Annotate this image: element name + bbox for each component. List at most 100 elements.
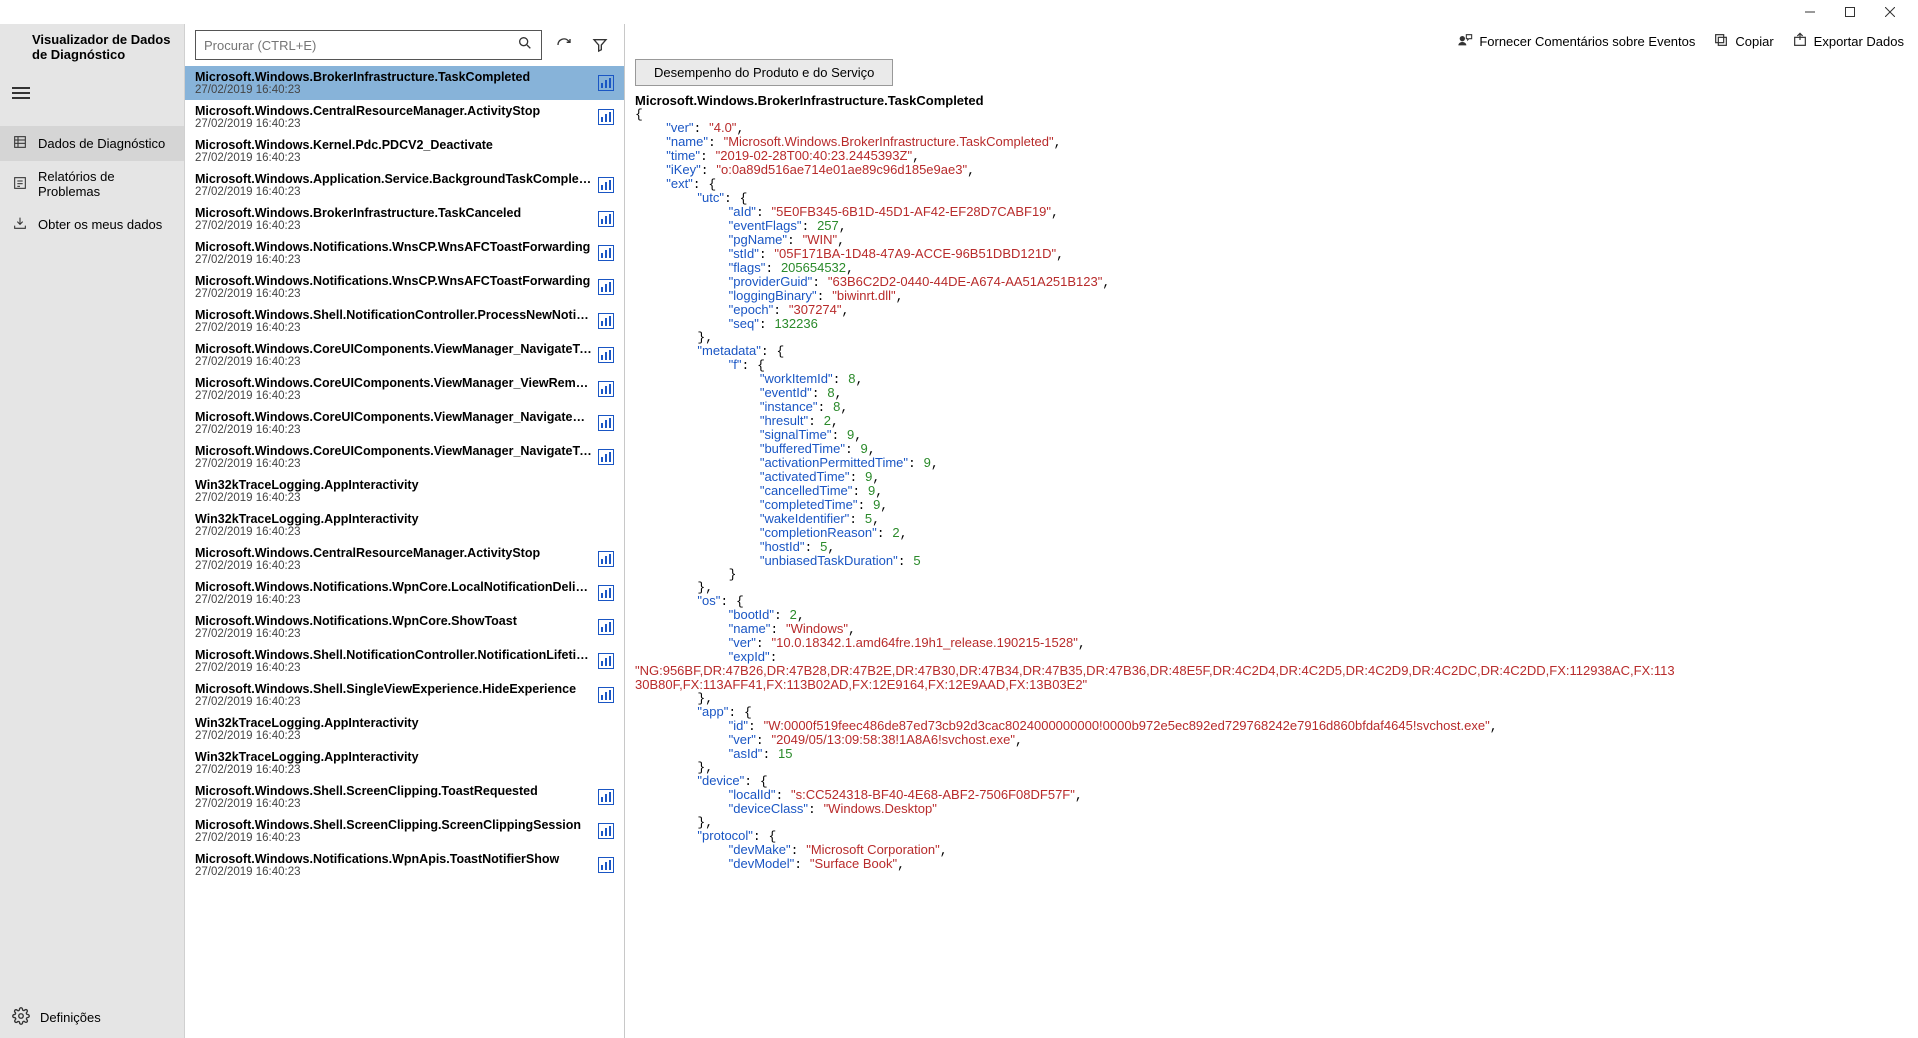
event-date: 27/02/2019 16:40:23 (195, 458, 592, 470)
event-item[interactable]: Microsoft.Windows.BrokerInfrastructure.T… (185, 202, 624, 236)
chart-icon (598, 653, 614, 669)
event-name: Microsoft.Windows.Shell.NotificationCont… (195, 648, 592, 662)
event-date: 27/02/2019 16:40:23 (195, 560, 592, 572)
export-icon (1792, 32, 1808, 51)
detail-toolbar: Fornecer Comentários sobre Eventos Copia… (625, 24, 1918, 59)
search-box[interactable] (195, 30, 542, 60)
event-name: Microsoft.Windows.CentralResourceManager… (195, 546, 592, 560)
event-item[interactable]: Microsoft.Windows.CentralResourceManager… (185, 100, 624, 134)
event-name: Microsoft.Windows.Notifications.WpnCore.… (195, 580, 592, 594)
event-item[interactable]: Microsoft.Windows.Notifications.WnsCP.Wn… (185, 236, 624, 270)
event-date: 27/02/2019 16:40:23 (195, 798, 592, 810)
chart-icon (598, 177, 614, 193)
sidebar-item-2[interactable]: Obter os meus dados (0, 207, 184, 242)
sidebar-item-1[interactable]: Relatórios de Problemas (0, 161, 184, 207)
event-item[interactable]: Microsoft.Windows.CoreUIComponents.ViewM… (185, 406, 624, 440)
search-icon (517, 35, 533, 56)
event-date: 27/02/2019 16:40:23 (195, 424, 592, 436)
event-item[interactable]: Microsoft.Windows.Shell.ScreenClipping.S… (185, 814, 624, 848)
chart-icon (598, 585, 614, 601)
chart-icon (598, 75, 614, 91)
event-item[interactable]: Microsoft.Windows.Application.Service.Ba… (185, 168, 624, 202)
copy-icon (1713, 32, 1729, 51)
event-name: Win32kTraceLogging.AppInteractivity (195, 716, 614, 730)
window-close-button[interactable] (1870, 2, 1910, 22)
event-list-column: Microsoft.Windows.BrokerInfrastructure.T… (185, 24, 625, 1038)
chart-icon (598, 347, 614, 363)
sidebar-item-0[interactable]: Dados de Diagnóstico (0, 126, 184, 161)
event-date: 27/02/2019 16:40:23 (195, 866, 592, 878)
event-name: Microsoft.Windows.Notifications.WpnCore.… (195, 614, 592, 628)
event-name: Microsoft.Windows.Shell.NotificationCont… (195, 308, 592, 322)
event-name: Microsoft.Windows.Application.Service.Ba… (195, 172, 592, 186)
event-date: 27/02/2019 16:40:23 (195, 730, 614, 742)
event-name: Microsoft.Windows.CoreUIComponents.ViewM… (195, 410, 592, 424)
hamburger-button[interactable] (0, 74, 184, 112)
nav-icon (12, 134, 28, 153)
event-item[interactable]: Win32kTraceLogging.AppInteractivity27/02… (185, 746, 624, 780)
event-date: 27/02/2019 16:40:23 (195, 628, 592, 640)
event-date: 27/02/2019 16:40:23 (195, 288, 592, 300)
event-item[interactable]: Microsoft.Windows.Notifications.WpnApis.… (185, 848, 624, 882)
event-name: Win32kTraceLogging.AppInteractivity (195, 512, 614, 526)
event-date: 27/02/2019 16:40:23 (195, 220, 592, 232)
event-name: Microsoft.Windows.CentralResourceManager… (195, 104, 592, 118)
chart-icon (598, 211, 614, 227)
event-item[interactable]: Microsoft.Windows.CoreUIComponents.ViewM… (185, 440, 624, 474)
event-item[interactable]: Microsoft.Windows.BrokerInfrastructure.T… (185, 66, 624, 100)
chart-icon (598, 381, 614, 397)
export-button[interactable]: Exportar Dados (1792, 32, 1904, 51)
event-date: 27/02/2019 16:40:23 (195, 832, 592, 844)
chart-icon (598, 789, 614, 805)
category-button[interactable]: Desempenho do Produto e do Serviço (635, 59, 893, 86)
app-title: Visualizador de Dados de Diagnóstico (0, 24, 184, 74)
event-item[interactable]: Win32kTraceLogging.AppInteractivity27/02… (185, 474, 624, 508)
nav-icon (12, 215, 28, 234)
chart-icon (598, 415, 614, 431)
event-name: Microsoft.Windows.Shell.ScreenClipping.T… (195, 784, 592, 798)
refresh-button[interactable] (550, 31, 578, 59)
event-item[interactable]: Microsoft.Windows.Shell.SingleViewExperi… (185, 678, 624, 712)
event-name: Microsoft.Windows.Notifications.WnsCP.Wn… (195, 240, 592, 254)
copy-button[interactable]: Copiar (1713, 32, 1773, 51)
event-item[interactable]: Microsoft.Windows.CoreUIComponents.ViewM… (185, 372, 624, 406)
event-item[interactable]: Microsoft.Windows.Notifications.WnsCP.Wn… (185, 270, 624, 304)
event-name: Microsoft.Windows.Shell.ScreenClipping.S… (195, 818, 592, 832)
chart-icon (598, 449, 614, 465)
chart-icon (598, 245, 614, 261)
event-date: 27/02/2019 16:40:23 (195, 526, 614, 538)
event-name: Microsoft.Windows.Notifications.WpnApis.… (195, 852, 592, 866)
feedback-button[interactable]: Fornecer Comentários sobre Eventos (1457, 32, 1695, 51)
event-name: Microsoft.Windows.BrokerInfrastructure.T… (195, 70, 592, 84)
sidebar-item-label: Dados de Diagnóstico (38, 136, 165, 151)
event-item[interactable]: Win32kTraceLogging.AppInteractivity27/02… (185, 508, 624, 542)
window-minimize-button[interactable] (1790, 2, 1830, 22)
settings-button[interactable]: Definições (0, 997, 184, 1038)
window-titlebar (0, 0, 1918, 24)
event-item[interactable]: Win32kTraceLogging.AppInteractivity27/02… (185, 712, 624, 746)
filter-button[interactable] (586, 31, 614, 59)
event-item[interactable]: Microsoft.Windows.Shell.ScreenClipping.T… (185, 780, 624, 814)
chart-icon (598, 109, 614, 125)
event-item[interactable]: Microsoft.Windows.CoreUIComponents.ViewM… (185, 338, 624, 372)
event-item[interactable]: Microsoft.Windows.Kernel.Pdc.PDCV2_Deact… (185, 134, 624, 168)
event-name: Win32kTraceLogging.AppInteractivity (195, 478, 614, 492)
event-name: Microsoft.Windows.Shell.SingleViewExperi… (195, 682, 592, 696)
chart-icon (598, 619, 614, 635)
event-date: 27/02/2019 16:40:23 (195, 186, 592, 198)
event-item[interactable]: Microsoft.Windows.Shell.NotificationCont… (185, 644, 624, 678)
event-item[interactable]: Microsoft.Windows.Shell.NotificationCont… (185, 304, 624, 338)
event-item[interactable]: Microsoft.Windows.CentralResourceManager… (185, 542, 624, 576)
sidebar-nav: Dados de Diagnóstico Relatórios de Proble… (0, 126, 184, 997)
window-maximize-button[interactable] (1830, 2, 1870, 22)
event-name: Microsoft.Windows.BrokerInfrastructure.T… (195, 206, 592, 220)
event-item[interactable]: Microsoft.Windows.Notifications.WpnCore.… (185, 610, 624, 644)
event-item[interactable]: Microsoft.Windows.Notifications.WpnCore.… (185, 576, 624, 610)
event-name: Microsoft.Windows.CoreUIComponents.ViewM… (195, 376, 592, 390)
event-date: 27/02/2019 16:40:23 (195, 696, 592, 708)
event-date: 27/02/2019 16:40:23 (195, 254, 592, 266)
chart-icon (598, 687, 614, 703)
chart-icon (598, 279, 614, 295)
sidebar-item-label: Relatórios de Problemas (38, 169, 172, 199)
search-input[interactable] (204, 38, 517, 53)
